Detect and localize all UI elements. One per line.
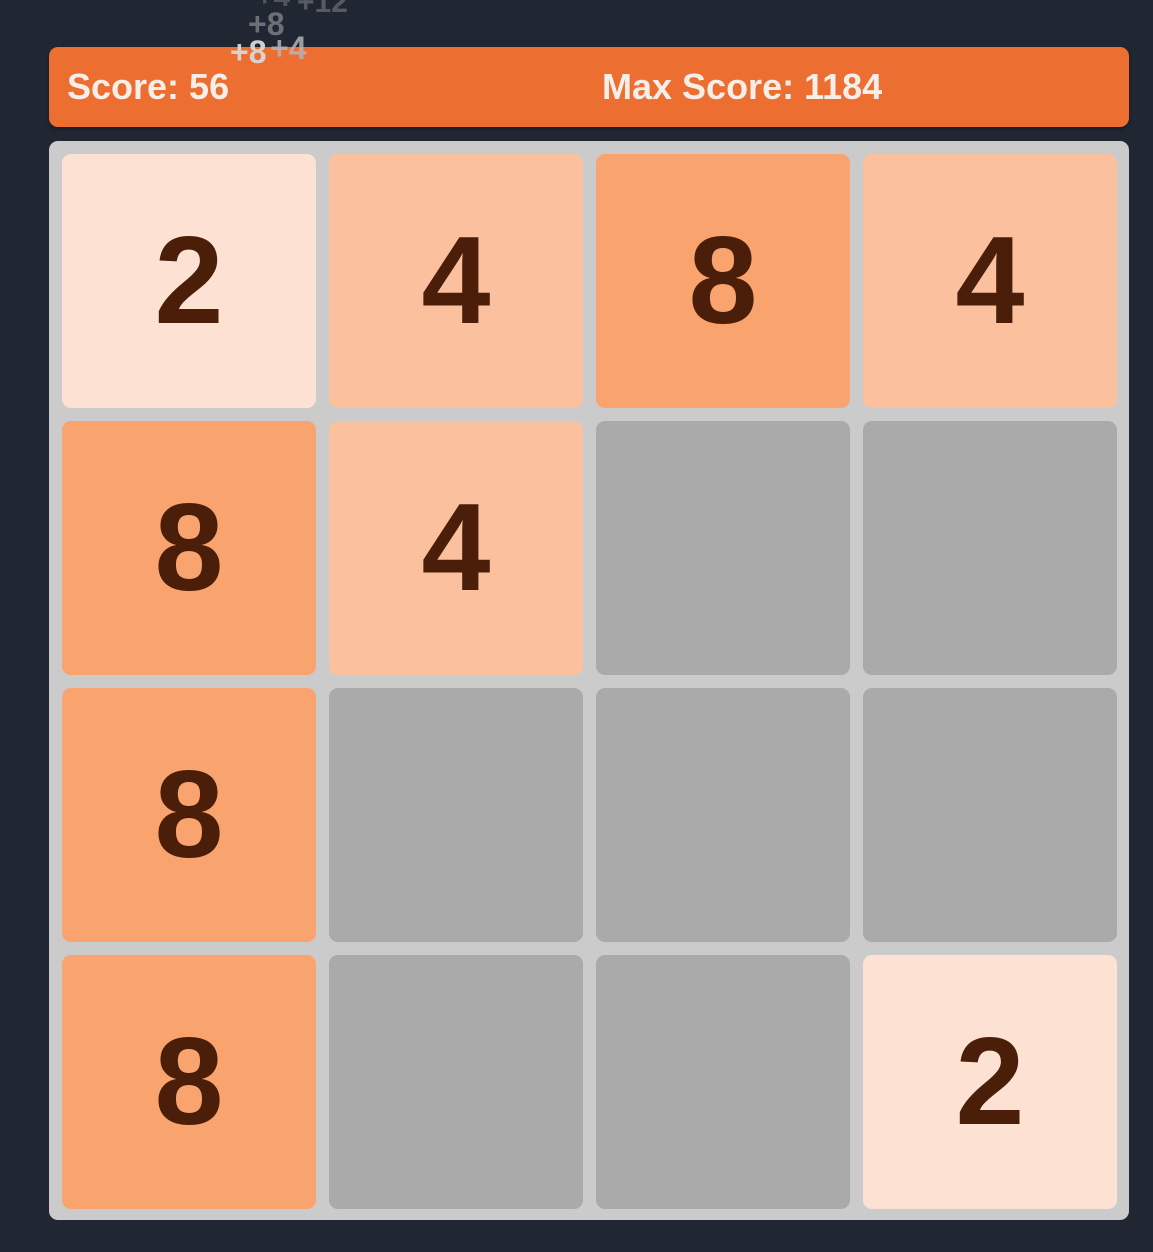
empty-cell <box>329 955 583 1209</box>
tile-4: 4 <box>329 421 583 675</box>
tile-8: 8 <box>62 421 316 675</box>
score-popup: +4 <box>256 0 290 14</box>
empty-cell <box>863 688 1117 942</box>
tile-8: 8 <box>596 154 850 408</box>
empty-cell <box>596 688 850 942</box>
tile-2: 2 <box>62 154 316 408</box>
tile-8: 8 <box>62 688 316 942</box>
empty-cell <box>329 688 583 942</box>
score-popup: +8 <box>248 6 285 42</box>
empty-cell <box>596 421 850 675</box>
empty-cell <box>863 421 1117 675</box>
tile-8: 8 <box>62 955 316 1209</box>
tile-4: 4 <box>863 154 1117 408</box>
game-board[interactable]: 248484882 <box>49 141 1129 1220</box>
empty-cell <box>596 955 850 1209</box>
max-score-display: Max Score: 1184 <box>602 66 883 107</box>
score-popup: +12 <box>297 0 348 19</box>
score-display: Score: 56 <box>67 66 230 107</box>
score-header: Score: 56 Max Score: 1184 <box>49 47 1129 127</box>
tile-4: 4 <box>329 154 583 408</box>
tile-2: 2 <box>863 955 1117 1209</box>
